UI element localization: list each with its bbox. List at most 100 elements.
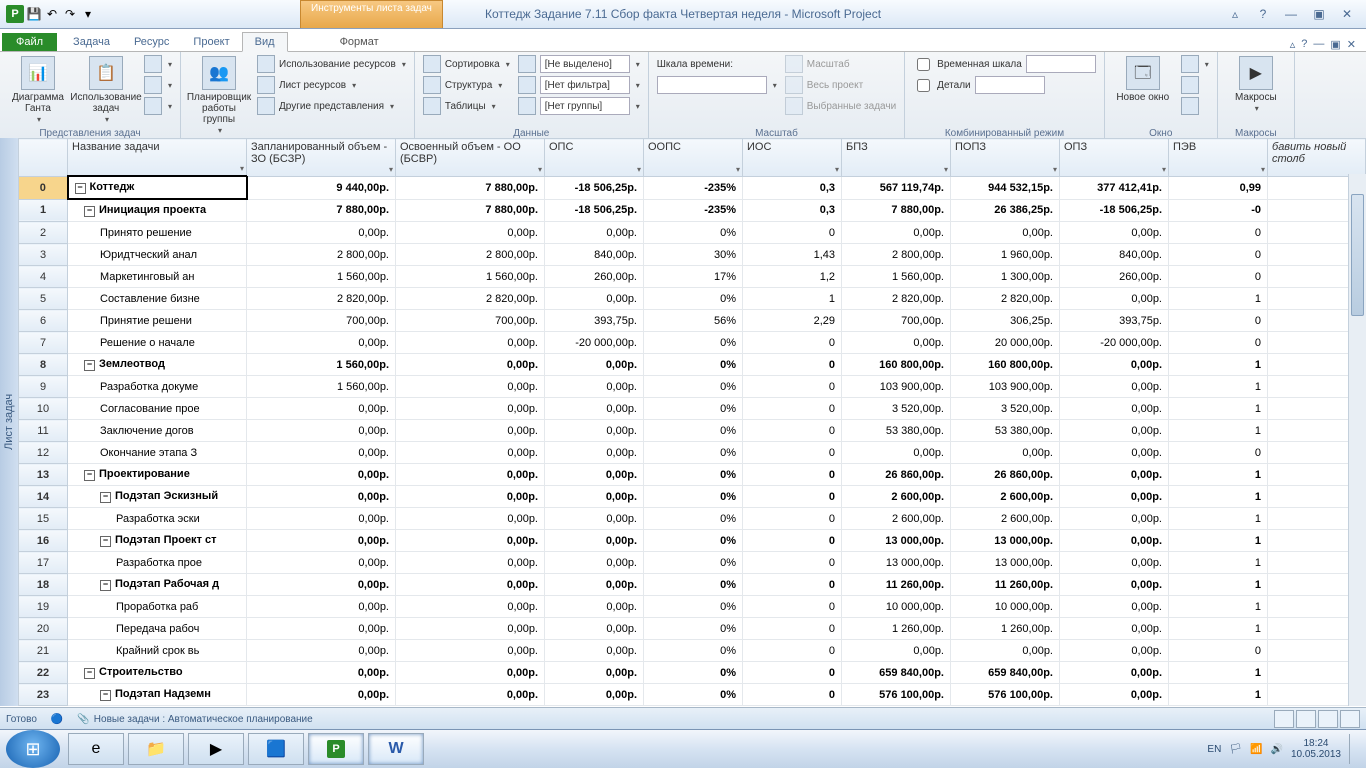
outline-toggle[interactable]: − [100,536,111,547]
row-number[interactable]: 19 [19,596,68,618]
cell[interactable]: 700,00р. [842,310,951,332]
cell[interactable]: 0,00р. [247,530,396,552]
cell[interactable]: 7 880,00р. [842,199,951,222]
cell[interactable]: 0,00р. [396,684,545,706]
cell[interactable]: 0 [743,442,842,464]
cell[interactable]: 0,00р. [545,530,644,552]
corner-cell[interactable] [19,139,68,177]
cell[interactable]: 3 520,00р. [951,398,1060,420]
cell[interactable]: 7 880,00р. [247,199,396,222]
cell[interactable]: Крайний срок вь [68,640,247,662]
cell[interactable]: 0,00р. [951,640,1060,662]
outline-toggle[interactable]: − [84,668,95,679]
cell[interactable]: 0 [743,354,842,376]
cell[interactable]: 1 [1169,508,1268,530]
table-row[interactable]: 7Решение о начале0,00р.0,00р.-20 000,00р… [19,332,1366,354]
cell[interactable]: 0% [644,530,743,552]
cell[interactable]: 2 820,00р. [396,288,545,310]
cell[interactable]: 840,00р. [1060,244,1169,266]
cell[interactable]: −Коттедж [68,176,247,199]
table-row[interactable]: 19Проработка раб0,00р.0,00р.0,00р.0%010 … [19,596,1366,618]
cell[interactable]: 30% [644,244,743,266]
cell[interactable]: 2 600,00р. [842,486,951,508]
view-shortcut-1[interactable] [1274,710,1294,728]
view-shortcut-4[interactable] [1340,710,1360,728]
cell[interactable]: 0% [644,288,743,310]
cell[interactable]: 1 260,00р. [842,618,951,640]
calendar-btn[interactable]: ▾ [142,75,174,95]
table-row[interactable]: 2Принято решение0,00р.0,00р.0,00р.0%00,0… [19,222,1366,244]
cell[interactable]: 0,00р. [1060,530,1169,552]
view-shortcut-2[interactable] [1296,710,1316,728]
cell[interactable]: 0 [743,222,842,244]
cell[interactable]: 0 [743,574,842,596]
cell[interactable]: 0,00р. [1060,552,1169,574]
table-row[interactable]: 15Разработка эски0,00р.0,00р.0,00р.0%02 … [19,508,1366,530]
task-usage-button[interactable]: 📋Использование задач▾ [74,54,138,127]
row-number[interactable]: 0 [19,176,68,199]
cell[interactable]: −Землеотвод [68,354,247,376]
cell[interactable]: −Проектирование [68,464,247,486]
cell[interactable]: 1 [1169,684,1268,706]
resource-sheet-btn[interactable]: Лист ресурсов▾ [255,75,408,95]
filter-icon[interactable]: ▾ [240,164,244,173]
timescale-select[interactable]: ▾ [655,75,779,95]
column-header[interactable]: ООПС▾ [644,139,743,177]
cell[interactable]: -20 000,00р. [545,332,644,354]
cell[interactable]: 1 [1169,354,1268,376]
cell[interactable]: 0,00р. [1060,464,1169,486]
cell[interactable]: 0% [644,486,743,508]
cell[interactable]: 0,00р. [1060,486,1169,508]
cell[interactable]: 0% [644,640,743,662]
cell[interactable]: 1 [1169,618,1268,640]
tray-flag-icon[interactable]: 🏳 [1229,744,1242,755]
row-number[interactable]: 10 [19,398,68,420]
doc-restore-icon[interactable]: ▣ [1330,38,1340,51]
cell[interactable]: 1 560,00р. [247,354,396,376]
filter-icon[interactable]: ▾ [538,165,542,174]
cell[interactable]: 260,00р. [1060,266,1169,288]
cell[interactable]: 0 [1169,266,1268,288]
filter-icon[interactable]: ▾ [389,165,393,174]
cell[interactable]: 0,00р. [247,420,396,442]
taskbar-explorer[interactable]: 📁 [128,733,184,765]
cell[interactable]: 260,00р. [545,266,644,288]
row-number[interactable]: 17 [19,552,68,574]
row-number[interactable]: 4 [19,266,68,288]
cell[interactable]: 13 000,00р. [842,530,951,552]
cell[interactable]: 26 386,25р. [951,199,1060,222]
outline-toggle[interactable]: − [100,492,111,503]
cell[interactable]: 2 800,00р. [247,244,396,266]
outline-toggle[interactable]: − [84,360,95,371]
table-row[interactable]: 6Принятие решени700,00р.700,00р.393,75р.… [19,310,1366,332]
cell[interactable]: Разработка докуме [68,376,247,398]
cell[interactable]: 1 [1169,552,1268,574]
cell[interactable]: Принятие решени [68,310,247,332]
cell[interactable]: 0% [644,552,743,574]
cell[interactable]: 306,25р. [951,310,1060,332]
cell[interactable]: 0 [743,486,842,508]
cell[interactable]: 1 [1169,574,1268,596]
cell[interactable]: 0,00р. [545,288,644,310]
table-row[interactable]: 0−Коттедж9 440,00р.7 880,00р.-18 506,25р… [19,176,1366,199]
cell[interactable]: 1 [1169,420,1268,442]
row-number[interactable]: 8 [19,354,68,376]
column-header[interactable]: ПЭВ▾ [1169,139,1268,177]
team-planner-button[interactable]: 👥Планировщик работы группы▾ [187,54,251,138]
cell[interactable]: 0,00р. [396,574,545,596]
cell[interactable]: 0,00р. [247,574,396,596]
cell[interactable]: 0,00р. [545,398,644,420]
cell[interactable]: 0,00р. [247,596,396,618]
macros-button[interactable]: ▶Макросы▾ [1224,54,1288,116]
filter-icon[interactable]: ▾ [736,165,740,174]
view-bar[interactable]: Лист задач [0,138,18,706]
cell[interactable]: 0,00р. [1060,508,1169,530]
cell[interactable]: 0,00р. [545,684,644,706]
cell[interactable]: 840,00р. [545,244,644,266]
cell[interactable]: 659 840,00р. [842,662,951,684]
row-number[interactable]: 22 [19,662,68,684]
cell[interactable]: 1 560,00р. [247,376,396,398]
cell[interactable]: 0,00р. [247,508,396,530]
cell[interactable]: 0% [644,442,743,464]
cell[interactable]: 0 [743,508,842,530]
